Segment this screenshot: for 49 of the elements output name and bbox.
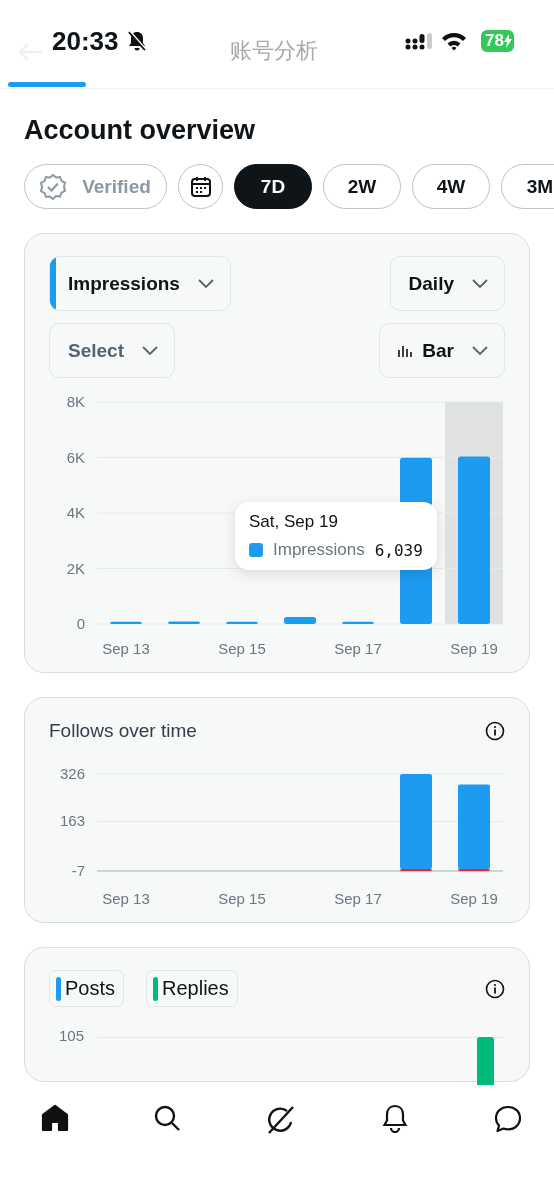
- bar-chart-icon: [398, 343, 413, 358]
- x-axis-label: Sep 15: [218, 890, 266, 907]
- chevron-down-icon: [472, 345, 488, 356]
- x-axis-label: Sep 15: [218, 640, 266, 657]
- range-tab[interactable]: 7D: [234, 164, 312, 209]
- verified-badge-icon: [38, 171, 69, 202]
- metric-dropdown[interactable]: Impressions: [49, 256, 231, 311]
- x-axis-label: Sep 13: [102, 640, 150, 657]
- info-icon[interactable]: [485, 721, 505, 741]
- chevron-down-icon: [197, 278, 214, 289]
- battery-level: 78: [481, 30, 514, 52]
- y-axis-label: 326: [59, 765, 85, 782]
- y-axis-label: 4K: [66, 504, 85, 521]
- compare-dropdown[interactable]: Select: [49, 323, 175, 378]
- y-axis-label: 163: [59, 812, 85, 830]
- bell-muted-icon: [126, 30, 147, 52]
- x-axis-label: Sep 19: [450, 640, 498, 657]
- chart-type-dropdown[interactable]: Bar: [379, 323, 505, 378]
- status-time: 20:33: [52, 25, 119, 57]
- charging-bolt-icon: [504, 34, 512, 48]
- range-tab[interactable]: 4W: [412, 164, 490, 209]
- range-tab[interactable]: 3M: [501, 164, 554, 209]
- calendar-button[interactable]: [178, 164, 223, 209]
- y-axis-label: 0: [76, 615, 85, 632]
- y-axis-label: 105: [59, 1027, 85, 1044]
- tooltip-date: Sat, Sep 19: [249, 512, 339, 532]
- legend-chip[interactable]: Posts: [49, 970, 125, 1007]
- x-axis-label: Sep 17: [334, 640, 382, 657]
- info-icon[interactable]: [485, 978, 505, 999]
- interval-dropdown[interactable]: Daily: [389, 256, 505, 311]
- y-axis-label: 2K: [66, 559, 85, 577]
- y-axis-label: 6K: [66, 448, 85, 466]
- chevron-down-icon: [142, 345, 158, 356]
- x-axis-label: Sep 13: [102, 890, 150, 907]
- header-title: 账号分析: [230, 37, 318, 65]
- tooltip-series-label: Impressions: [273, 540, 365, 560]
- wifi-icon: [441, 31, 468, 51]
- x-axis-label: Sep 19: [450, 890, 498, 907]
- signal-icon: [405, 32, 434, 50]
- card-title: Follows over time: [49, 720, 197, 742]
- y-axis-label: 8K: [66, 393, 85, 410]
- tooltip-value: 6,039: [374, 540, 423, 560]
- calendar-icon: [189, 175, 212, 198]
- y-axis-label: -7: [71, 862, 85, 879]
- range-tab[interactable]: 2W: [323, 164, 401, 209]
- x-axis-label: Sep 17: [334, 890, 382, 907]
- legend-chip[interactable]: Replies: [146, 970, 238, 1007]
- chevron-down-icon: [472, 278, 488, 289]
- page-title: Account overview: [24, 115, 257, 146]
